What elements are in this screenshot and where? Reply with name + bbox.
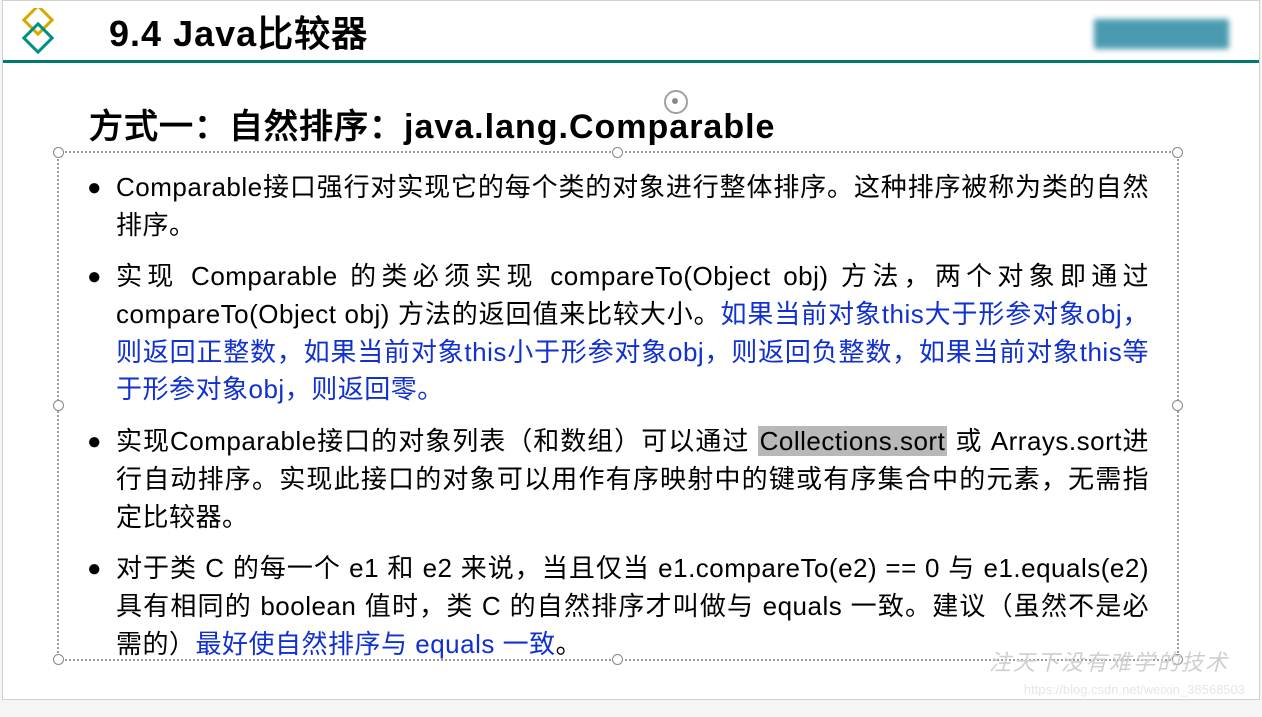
- bullet-marker-icon: ●: [87, 258, 102, 409]
- text-segment: 。: [556, 629, 583, 659]
- logo-icon: [15, 8, 61, 54]
- bullet-marker-icon: ●: [87, 169, 102, 244]
- section-name: Java比较器: [173, 13, 368, 54]
- resize-handle-bm[interactable]: [612, 654, 623, 665]
- bullet-item: ●Comparable接口强行对实现它的每个类的对象进行整体排序。这种排序被称为…: [87, 169, 1149, 244]
- bullet-item: ●实现 Comparable 的类必须实现 compareTo(Object o…: [87, 258, 1149, 409]
- bullet-list: ●Comparable接口强行对实现它的每个类的对象进行整体排序。这种排序被称为…: [59, 153, 1177, 687]
- slide-header: 9.4 Java比较器: [3, 1, 1259, 63]
- resize-handle-ml[interactable]: [53, 400, 64, 411]
- section-number: 9.4: [109, 13, 162, 54]
- resize-handle-tl[interactable]: [53, 147, 64, 158]
- slide-subtitle: 方式一：自然排序：java.lang.Comparable: [89, 99, 1259, 148]
- bullet-marker-icon: ●: [87, 423, 102, 536]
- bullet-text: 实现Comparable接口的对象列表（和数组）可以通过 Collections…: [116, 423, 1149, 536]
- content-text-box[interactable]: ●Comparable接口强行对实现它的每个类的对象进行整体排序。这种排序被称为…: [57, 151, 1179, 661]
- bullet-item: ●实现Comparable接口的对象列表（和数组）可以通过 Collection…: [87, 423, 1149, 536]
- bullet-text: Comparable接口强行对实现它的每个类的对象进行整体排序。这种排序被称为类…: [116, 169, 1149, 244]
- resize-handle-bl[interactable]: [53, 654, 64, 665]
- text-segment: 实现Comparable接口的对象列表（和数组）可以通过: [116, 426, 758, 456]
- text-segment: 最好使自然排序与 equals 一致: [196, 629, 556, 659]
- section-title: 9.4 Java比较器: [109, 5, 368, 57]
- watermark-text: 注天下没有难学的技术: [989, 645, 1229, 677]
- resize-handle-tr[interactable]: [1172, 147, 1183, 158]
- bullet-text: 实现 Comparable 的类必须实现 compareTo(Object ob…: [116, 258, 1149, 409]
- rotate-handle-icon[interactable]: [663, 89, 685, 111]
- slide: 9.4 Java比较器 方式一：自然排序：java.lang.Comparabl…: [2, 0, 1260, 700]
- resize-handle-tm[interactable]: [612, 147, 623, 158]
- text-segment: Collections.sort: [758, 426, 948, 456]
- footer-url: https://blog.csdn.net/weixin_38568503: [1024, 682, 1245, 697]
- text-segment: Comparable接口强行对实现它的每个类的对象进行整体排序。这种排序被称为类…: [116, 172, 1149, 240]
- bullet-marker-icon: ●: [87, 550, 102, 663]
- header-badge: [1094, 19, 1229, 49]
- resize-handle-mr[interactable]: [1172, 400, 1183, 411]
